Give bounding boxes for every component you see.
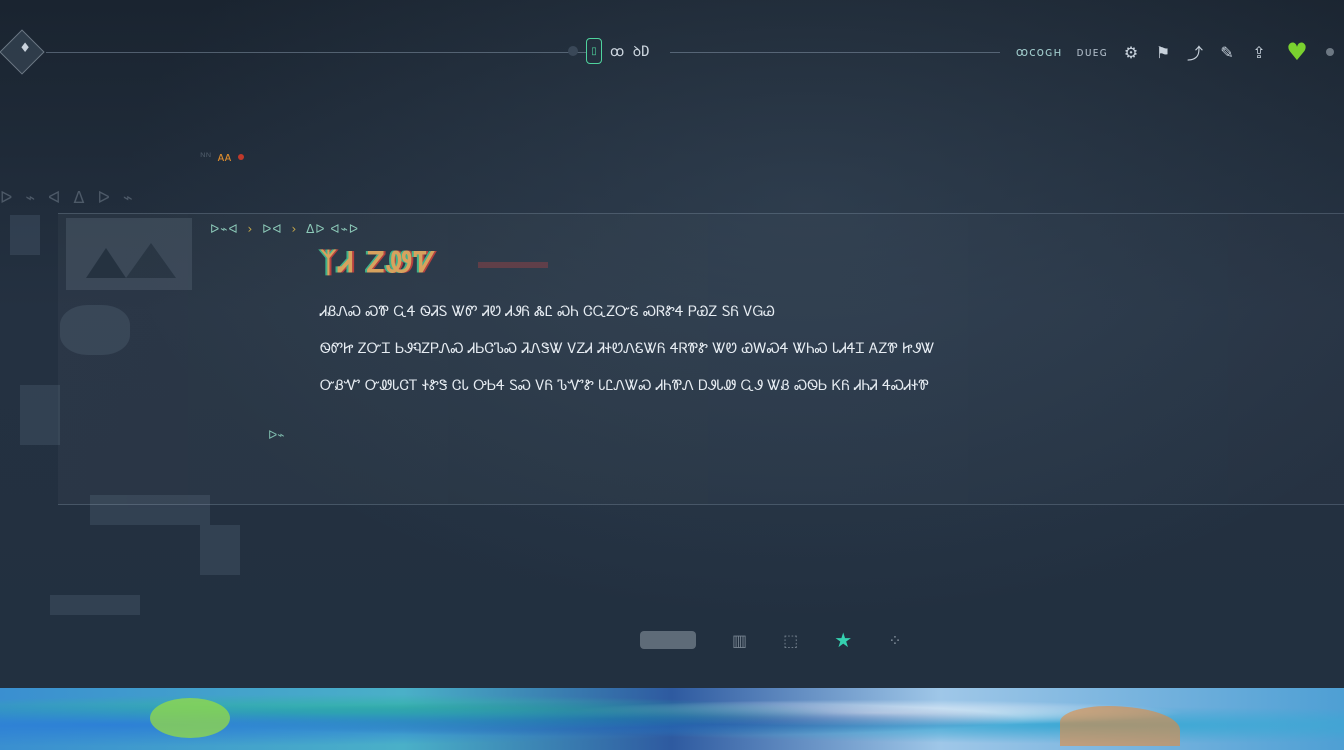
star-icon[interactable]: ★ xyxy=(834,628,852,652)
body-paragraph: ᏗᏰᏁᏍ ᏍᏈ ᏩᏎ ᏫᏘᏚ ᏔᏛ ᏘᏬ ᏗᏭᏲ ᏜᏝ ᏍᏂ ᏣᏩᏃᏅᏋ ᏍᏒᏑ… xyxy=(320,304,775,320)
server-label: ᴅᴜᴇɢ xyxy=(1076,45,1108,59)
currency-badge-icon: ▯ xyxy=(586,38,602,64)
section-tag-highlight: ᴀᴀ xyxy=(217,150,232,164)
arrow-icon[interactable]: ⤴ xyxy=(1186,40,1204,64)
gear-icon[interactable]: ⚙ xyxy=(1122,43,1140,62)
breadcrumb-item: ᐃᐅ ᐊ⌁ᐅ xyxy=(306,222,360,236)
game-menu-screen: ♦ ▯ ꝏ ꝺD ꝏᴄᴏɢʜ ᴅᴜᴇɢ ⚙ ⚑ ⤴ ✎ ⇪ ♥ ᴺᴺ ᴀᴀ ᐅ … xyxy=(0,0,1344,688)
notification-dot xyxy=(237,154,244,160)
side-marker: ᐅ⌁ xyxy=(268,428,285,442)
currency-display: ▯ ꝏ ꝺD xyxy=(568,38,650,64)
bottom-tab-pill[interactable] xyxy=(640,631,696,649)
top-bar: ♦ ▯ ꝏ ꝺD ꝏᴄᴏɢʜ ᴅᴜᴇɢ ⚙ ⚑ ⤴ ✎ ⇪ ♥ xyxy=(0,0,1344,100)
heart-icon[interactable]: ♥ xyxy=(1282,38,1312,66)
thumbnail-mountain-shape xyxy=(126,243,176,278)
player-id-label: ꝏᴄᴏɢʜ xyxy=(1015,45,1063,59)
panel-thumbnail xyxy=(66,218,192,290)
artwork-foliage xyxy=(150,698,230,738)
section-tag: ᴺᴺ ᴀᴀ xyxy=(200,150,244,164)
currency-dot-icon xyxy=(568,46,578,56)
logo-icon: ♦ xyxy=(19,41,31,57)
body-paragraph: ᏫᏛᏥ ᏃᏅᏆ ᏏᏭᏄᏃᏢᏁᏍ ᏗᏏᏣᏖᏍ ᏘᏁᏕᏔ ᏙᏃᏗ ᏘᏐᏬᏁᏋᏔᏲ Ꮞ… xyxy=(320,341,935,357)
section-tag-label: ᴺᴺ xyxy=(200,150,212,164)
chat-icon[interactable]: ✎ xyxy=(1218,43,1236,62)
info-panel: ᐅ⌁ᐊ › ᐅᐊ › ᐃᐅ ᐊ⌁ᐅ ᛉᏗ ᏃᏪᏤ ᏗᏰᏁᏍ ᏍᏈ ᏩᏎ ᏫᏘᏚ … xyxy=(58,213,1344,505)
top-divider-right xyxy=(670,52,1000,53)
menu-logo-button[interactable]: ♦ xyxy=(0,29,45,75)
top-right-toolbar: ꝏᴄᴏɢʜ ᴅᴜᴇɢ ⚙ ⚑ ⤴ ✎ ⇪ ♥ xyxy=(1016,38,1334,66)
grid-icon[interactable]: ⁘ xyxy=(888,631,901,650)
flag-icon[interactable]: ⚑ xyxy=(1154,43,1172,62)
breadcrumb-item[interactable]: ᐅ⌁ᐊ xyxy=(210,222,239,236)
chevron-right-icon: › xyxy=(247,222,254,236)
top-divider-left xyxy=(46,52,586,53)
bottom-toolbar: ▥ ⬚ ★ ⁘ xyxy=(640,628,902,652)
currency-label: ꝏ ꝺD xyxy=(610,43,650,60)
game-artwork-strip xyxy=(0,688,1344,750)
artwork-rooftop xyxy=(1060,706,1180,746)
thumbnail-mountain-shape xyxy=(86,248,126,278)
share-icon[interactable]: ⇪ xyxy=(1250,43,1268,62)
breadcrumb-item[interactable]: ᐅᐊ xyxy=(262,222,282,236)
panel-title: ᛉᏗ ᏃᏪᏤ xyxy=(320,246,438,279)
category-row: ᐅ ⌁ ᐊ ᐃ ᐅ ⌁ xyxy=(0,188,137,207)
map-icon[interactable]: ⬚ xyxy=(783,631,798,650)
title-underline xyxy=(478,262,548,268)
chevron-right-icon: › xyxy=(291,222,298,236)
inventory-icon[interactable]: ▥ xyxy=(732,631,747,650)
breadcrumb: ᐅ⌁ᐊ › ᐅᐊ › ᐃᐅ ᐊ⌁ᐅ xyxy=(210,222,359,236)
status-dot xyxy=(1326,48,1334,56)
body-paragraph: ᏅᏰᏉ ᏅᏪᏓᏣᎢ ᏐᏑᏕ ᏣᏓ ᎤᏏᏎ ᏚᏍ ᏙᏲ ᏖᏉᏑ ᏓᏝᏁᏔᏍ ᏗᏂᏈ… xyxy=(320,378,929,394)
panel-body: ᏗᏰᏁᏍ ᏍᏈ ᏩᏎ ᏫᏘᏚ ᏔᏛ ᏘᏬ ᏗᏭᏲ ᏜᏝ ᏍᏂ ᏣᏩᏃᏅᏋ ᏍᏒᏑ… xyxy=(320,302,1040,413)
